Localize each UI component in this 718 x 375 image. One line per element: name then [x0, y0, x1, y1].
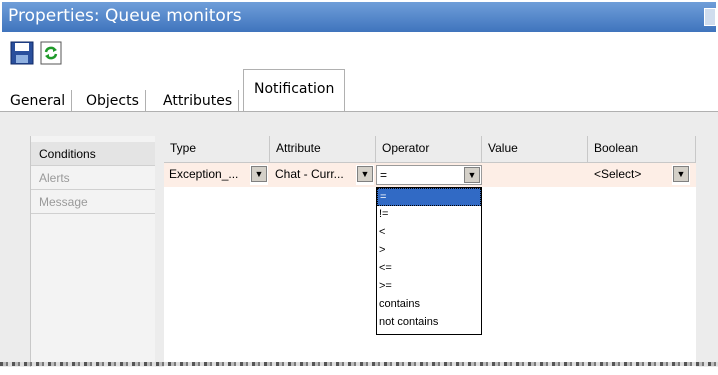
- title-bar: Properties: Queue monitors: [2, 2, 716, 32]
- operator-select[interactable]: = ▼: [376, 165, 482, 185]
- refresh-icon[interactable]: [40, 40, 64, 66]
- type-combo[interactable]: Exception_... ▼: [166, 165, 268, 185]
- window-control-button[interactable]: [704, 8, 716, 26]
- dropdown-option[interactable]: contains: [377, 296, 481, 314]
- tab-attributes[interactable]: Attributes: [157, 90, 240, 112]
- dropdown-option[interactable]: >=: [377, 278, 481, 296]
- torn-edge: [0, 362, 718, 366]
- column-header-operator: Operator: [376, 136, 482, 163]
- boolean-value: <Select>: [594, 167, 642, 181]
- attribute-value: Chat - Curr...: [275, 167, 344, 181]
- tab-notification[interactable]: Notification: [243, 69, 346, 112]
- chevron-down-icon[interactable]: ▼: [251, 166, 267, 182]
- window-title: Properties: Queue monitors: [8, 6, 242, 26]
- table-row: Exception_... ▼ Chat - Curr... ▼ = ▼ <Se…: [164, 163, 696, 187]
- operator-dropdown-list: = != < > <= >= contains not contains: [376, 187, 482, 335]
- nav-item-conditions[interactable]: Conditions: [31, 142, 155, 166]
- operator-value: =: [380, 168, 388, 182]
- dropdown-option[interactable]: !=: [377, 206, 481, 224]
- tab-general[interactable]: General: [4, 90, 73, 112]
- chevron-down-icon[interactable]: ▼: [357, 166, 373, 182]
- save-icon[interactable]: [10, 40, 34, 66]
- chevron-down-icon[interactable]: ▼: [673, 166, 689, 182]
- attribute-combo[interactable]: Chat - Curr... ▼: [272, 165, 374, 185]
- nav-item-alerts[interactable]: Alerts: [31, 166, 155, 190]
- column-header-attribute: Attribute: [270, 136, 376, 163]
- tab-strip: General Objects Attributes Notification: [0, 69, 718, 112]
- nav-item-message[interactable]: Message: [31, 190, 155, 214]
- column-header-type: Type: [164, 136, 270, 163]
- dropdown-option[interactable]: <: [377, 224, 481, 242]
- dropdown-option[interactable]: <=: [377, 260, 481, 278]
- dropdown-option[interactable]: >: [377, 242, 481, 260]
- boolean-combo[interactable]: <Select> ▼: [588, 165, 694, 185]
- dropdown-option[interactable]: not contains: [377, 314, 481, 332]
- notification-panel: Conditions Alerts Message Type Attribute…: [0, 112, 718, 367]
- column-header-boolean: Boolean: [588, 136, 696, 163]
- value-field[interactable]: [482, 165, 588, 185]
- column-header-value: Value: [482, 136, 588, 163]
- conditions-nav: Conditions Alerts Message: [30, 136, 155, 367]
- type-value: Exception_...: [169, 167, 239, 181]
- chevron-down-icon[interactable]: ▼: [464, 167, 480, 183]
- tab-objects[interactable]: Objects: [80, 90, 146, 112]
- dropdown-option[interactable]: =: [377, 188, 481, 206]
